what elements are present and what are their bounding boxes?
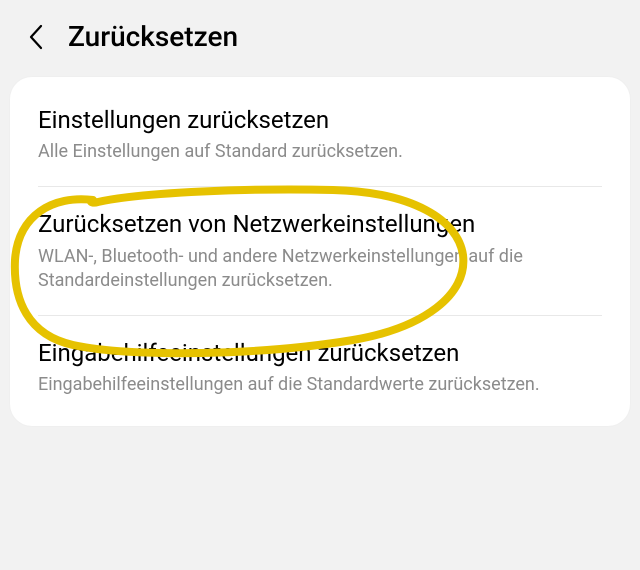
- reset-network-item[interactable]: Zurücksetzen von Netzwerkeinstellungen W…: [10, 187, 630, 315]
- reset-settings-subtitle: Alle Einstellungen auf Standard zurückse…: [38, 140, 602, 164]
- reset-accessibility-item[interactable]: Eingabehilfeeinstellungen zurücksetzen E…: [10, 316, 630, 419]
- back-icon[interactable]: [24, 25, 48, 49]
- reset-accessibility-subtitle: Eingabehilfeeinstellungen auf die Standa…: [38, 373, 602, 397]
- reset-network-title: Zurücksetzen von Netzwerkeinstellungen: [38, 209, 602, 240]
- reset-accessibility-title: Eingabehilfeeinstellungen zurücksetzen: [38, 338, 602, 369]
- reset-network-subtitle: WLAN-, Bluetooth- und andere Netzwerkein…: [38, 245, 602, 294]
- page-title: Zurücksetzen: [68, 20, 238, 53]
- reset-settings-item[interactable]: Einstellungen zurücksetzen Alle Einstell…: [10, 83, 630, 186]
- settings-card: Einstellungen zurücksetzen Alle Einstell…: [10, 77, 630, 426]
- header: Zurücksetzen: [0, 0, 640, 69]
- reset-settings-title: Einstellungen zurücksetzen: [38, 105, 602, 136]
